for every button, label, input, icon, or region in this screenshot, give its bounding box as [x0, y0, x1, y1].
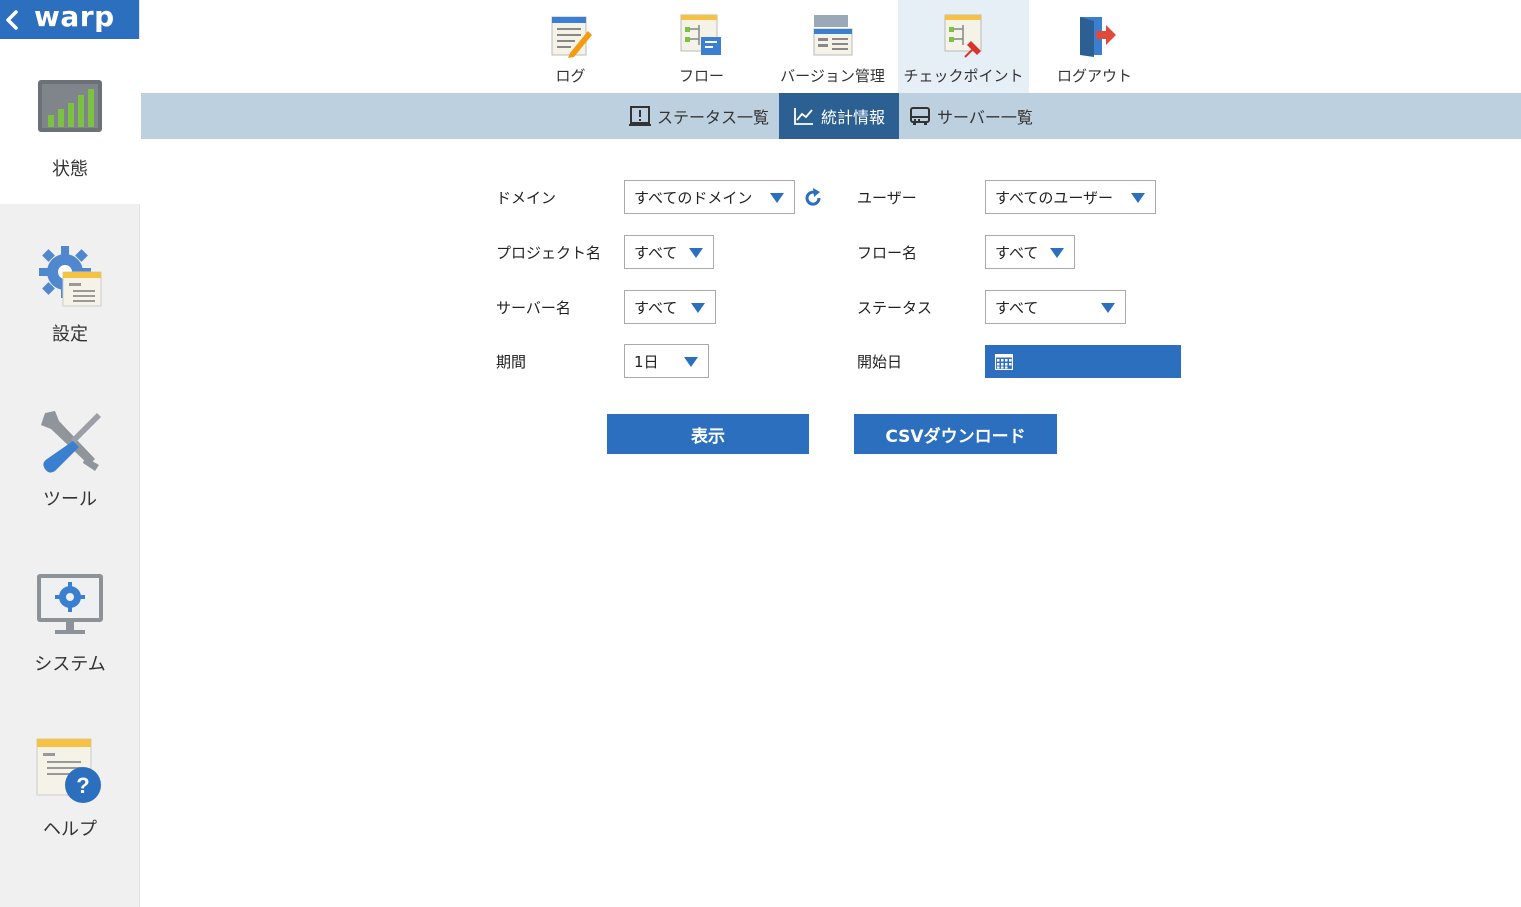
nav-logout[interactable]: ログアウト	[1029, 0, 1160, 93]
sidebar-item-label: ヘルプ	[43, 819, 97, 840]
chevron-down-icon	[689, 248, 703, 258]
flow-select[interactable]: すべて	[985, 235, 1075, 269]
domain-select-value: すべてのドメイン	[634, 188, 753, 207]
server-select[interactable]: すべて	[624, 290, 716, 324]
server-select-value: すべて	[634, 298, 678, 317]
sidebar-item-label: ツール	[43, 489, 97, 510]
start-date-input[interactable]	[985, 345, 1181, 378]
tools-icon	[41, 411, 101, 473]
sub-nav: ステータス一覧 統計情報 サーバー一覧	[141, 93, 1521, 139]
tab-server-list[interactable]: サーバー一覧	[899, 93, 1043, 139]
nav-version[interactable]: バージョン管理	[767, 0, 898, 93]
status-label: ステータス	[857, 299, 933, 317]
chevron-down-icon	[1131, 193, 1145, 203]
version-icon	[813, 15, 852, 56]
nav-checkpoint[interactable]: チェックポイント	[898, 0, 1029, 93]
project-label: プロジェクト名	[496, 244, 602, 262]
sidebar: warp 状態 設定 ツール システム ? ヘルプ	[0, 0, 140, 907]
chevron-down-icon	[1101, 303, 1115, 313]
sidebar-item-help[interactable]: ? ヘルプ	[0, 699, 140, 864]
csv-download-button[interactable]: CSVダウンロード	[854, 414, 1057, 454]
flow-select-value: すべて	[995, 243, 1039, 262]
nav-label: フロー	[678, 67, 724, 85]
sidebar-item-label: 設定	[52, 324, 88, 345]
nav-flow[interactable]: フロー	[636, 0, 767, 93]
domain-label: ドメイン	[496, 189, 557, 207]
user-label: ユーザー	[857, 189, 917, 207]
line-chart-icon	[794, 108, 814, 125]
tab-label: ステータス一覧	[657, 108, 770, 127]
domain-select[interactable]: すべてのドメイン	[624, 180, 795, 214]
nav-label: バージョン管理	[780, 67, 885, 85]
log-icon	[551, 16, 592, 58]
sidebar-item-label: 状態	[52, 159, 88, 180]
chevron-down-icon	[1050, 248, 1064, 258]
project-select[interactable]: すべて	[624, 235, 714, 269]
brand-name: warp	[34, 0, 115, 33]
nav-label: ログアウト	[1056, 67, 1132, 85]
tab-label: サーバー一覧	[937, 108, 1033, 127]
settings-gear-icon	[39, 246, 102, 307]
user-select-value: すべてのユーザー	[995, 188, 1114, 207]
nav-label: ログ	[555, 67, 586, 85]
period-select[interactable]: 1日	[624, 344, 709, 378]
calendar-icon[interactable]	[995, 354, 1013, 370]
sidebar-item-label: システム	[34, 654, 106, 675]
sidebar-item-system[interactable]: システム	[0, 534, 140, 699]
project-select-value: すべて	[634, 243, 678, 262]
back-chevron-icon[interactable]	[4, 9, 24, 31]
flow-icon	[680, 14, 721, 55]
alert-box-icon	[629, 106, 651, 126]
sidebar-item-settings[interactable]: 設定	[0, 204, 140, 369]
start-date-label: 開始日	[857, 353, 903, 371]
refresh-icon[interactable]	[803, 188, 823, 208]
period-label: 期間	[496, 353, 527, 371]
chevron-down-icon	[684, 357, 698, 367]
sidebar-item-status[interactable]: 状態	[0, 39, 140, 204]
tab-label: 統計情報	[821, 108, 886, 127]
logout-icon	[1079, 17, 1116, 57]
tab-statistics[interactable]: 統計情報	[779, 93, 900, 139]
status-select-value: すべて	[995, 298, 1039, 317]
sidebar-item-tools[interactable]: ツール	[0, 369, 140, 534]
status-chart-icon	[38, 80, 102, 132]
tab-status-list[interactable]: ステータス一覧	[619, 93, 779, 139]
server-icon	[910, 107, 931, 125]
brand-bar[interactable]: warp	[0, 0, 139, 39]
nav-label: チェックポイント	[903, 67, 1024, 85]
help-icon: ?	[36, 738, 101, 803]
period-select-value: 1日	[634, 352, 659, 371]
chevron-down-icon	[691, 303, 705, 313]
flow-label: フロー名	[857, 244, 918, 262]
svg-text:?: ?	[76, 773, 89, 798]
user-select[interactable]: すべてのユーザー	[985, 180, 1156, 214]
server-label: サーバー名	[496, 299, 571, 317]
nav-log[interactable]: ログ	[505, 0, 636, 93]
top-nav: ログ フロー バージョン管理 チェックポイント ログアウト	[505, 0, 1160, 93]
show-button[interactable]: 表示	[607, 414, 809, 454]
status-select[interactable]: すべて	[985, 290, 1126, 324]
checkpoint-icon	[944, 14, 981, 58]
system-monitor-icon	[37, 574, 103, 634]
chevron-down-icon	[770, 193, 784, 203]
